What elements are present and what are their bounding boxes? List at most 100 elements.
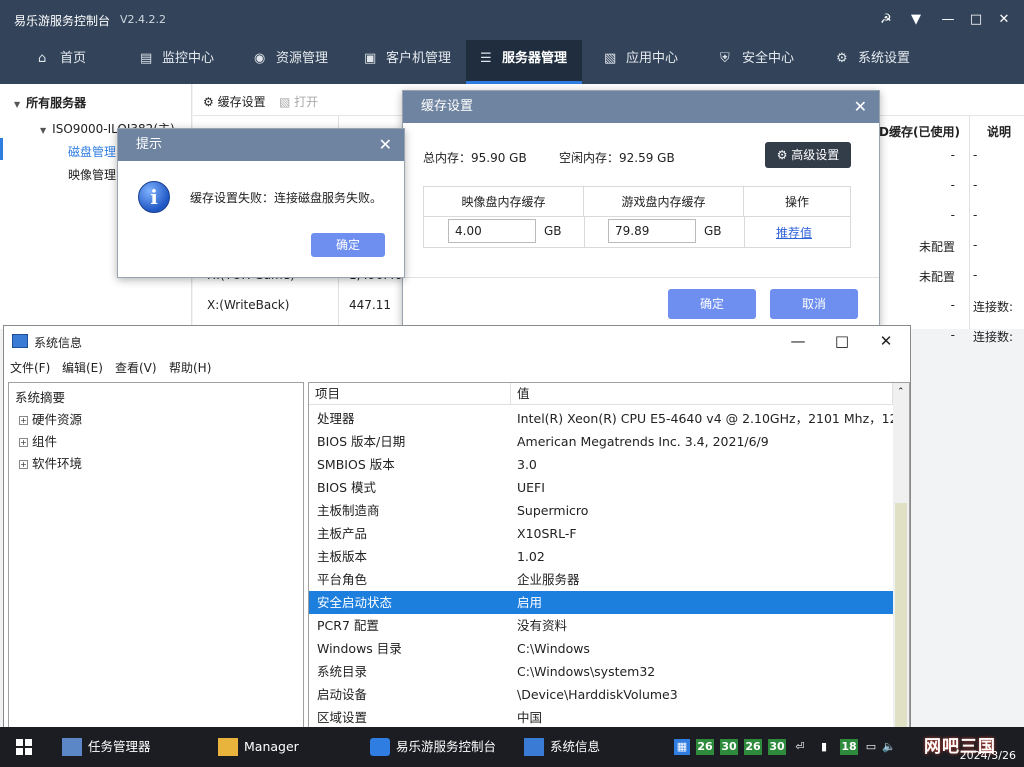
taskbar: 任务管理器 Manager 易乐游服务控制台 系统信息 ▦ 26 30 26 3… [0, 727, 1024, 767]
tree-components[interactable]: + 组件 [19, 431, 57, 450]
menu-dropdown-icon[interactable]: ▼ [906, 10, 926, 30]
minimize-button[interactable]: — [938, 10, 958, 30]
tray-counter-1[interactable]: 26 [696, 739, 714, 755]
tree-software[interactable]: + 软件环境 [19, 453, 82, 472]
free-memory: 空闲内存：92.59 GB [559, 151, 675, 165]
table-row[interactable]: 启动设备 \Device\HarddiskVolume3 [309, 683, 893, 706]
table-row[interactable]: 安全启动状态 启用 [309, 591, 893, 614]
folder-icon [218, 738, 238, 756]
menu-view[interactable]: 查看(V) [115, 359, 157, 376]
column-cache-used: D缓存(已使用) [879, 125, 960, 139]
ok-button[interactable]: 确定 [668, 289, 756, 319]
cancel-button[interactable]: 取消 [770, 289, 858, 319]
close-icon[interactable]: ✕ [379, 129, 392, 161]
alert-ok-button[interactable]: 确定 [311, 233, 385, 257]
nav-servers[interactable]: ☰ 服务器管理 [466, 40, 582, 84]
taskbar-system-info[interactable]: 系统信息 [520, 727, 650, 767]
disk-note: 连接数: [973, 300, 1014, 314]
header-action: 操作 [744, 187, 850, 217]
menu-help[interactable]: 帮助(H) [169, 359, 211, 376]
scroll-up-icon[interactable]: ⌃ [897, 387, 905, 397]
sysinfo-title: 系统信息 [34, 336, 83, 350]
image-cache-input[interactable]: 4.00 [448, 219, 536, 243]
tree-system-summary[interactable]: 系统摘要 [15, 387, 65, 406]
tree-image-management[interactable]: 映像管理 [68, 166, 116, 183]
nav-settings[interactable]: ⚙ 系统设置 [822, 40, 922, 84]
column-item[interactable]: 项目 [309, 383, 511, 405]
expand-icon[interactable]: + [19, 460, 28, 469]
tree-all-servers[interactable]: ▼ 所有服务器 [14, 94, 86, 111]
scroll-thumb[interactable] [895, 503, 907, 733]
nav-clients[interactable]: ▣ 客户机管理 [350, 40, 464, 84]
volume-icon[interactable]: 🔈 [882, 739, 896, 755]
nav-resources[interactable]: ◉ 资源管理 [240, 40, 340, 84]
usb-icon[interactable]: ⏎ [794, 739, 806, 755]
menu-edit[interactable]: 编辑(E) [62, 359, 103, 376]
maximize-button[interactable]: □ [828, 331, 856, 351]
close-icon[interactable]: ✕ [854, 91, 867, 123]
disk-note: - [973, 208, 978, 222]
tray-counter-2[interactable]: 30 [720, 739, 738, 755]
row-item: 安全启动状态 [317, 595, 393, 610]
table-row[interactable]: PCR7 配置 没有资料 [309, 614, 893, 637]
network-tray-icon[interactable]: ▦ [674, 739, 690, 755]
table-row[interactable]: SMBIOS 版本 3.0 [309, 453, 893, 476]
gear-icon: ⚙ [776, 148, 788, 162]
open-button[interactable]: ▧ 打开 [279, 93, 318, 110]
disk-note: - [973, 268, 978, 282]
cache-settings-button[interactable]: ⚙ 缓存设置 [203, 93, 266, 110]
advanced-settings-button[interactable]: ⚙ 高级设置 [765, 142, 851, 168]
row-item: SMBIOS 版本 [317, 457, 395, 472]
taskbar-task-manager[interactable]: 任务管理器 [58, 727, 198, 767]
expand-icon[interactable]: + [19, 416, 28, 425]
row-item: BIOS 版本/日期 [317, 434, 406, 449]
skin-icon[interactable]: ☭ [876, 10, 896, 30]
table-row[interactable]: Windows 目录 C:\Windows [309, 637, 893, 660]
tree-disk-management[interactable]: 磁盘管理 [68, 143, 116, 160]
table-row[interactable]: 平台角色 企业服务器 [309, 568, 893, 591]
taskbar-manager[interactable]: Manager [214, 727, 344, 767]
table-row[interactable]: BIOS 模式 UEFI [309, 476, 893, 499]
device-icon[interactable]: ▮ [818, 739, 830, 755]
nav-security[interactable]: ⛨ 安全中心 [706, 40, 806, 84]
selection-indicator [0, 138, 3, 160]
disk-cache: - [950, 298, 955, 312]
disk-note: - [973, 238, 978, 252]
column-value[interactable]: 值 [511, 383, 893, 405]
close-button[interactable]: ✕ [872, 331, 900, 351]
tree-hardware[interactable]: + 硬件资源 [19, 409, 82, 428]
folder-icon: ▧ [279, 95, 291, 109]
windows-start-icon[interactable] [16, 739, 32, 755]
close-button[interactable]: ✕ [994, 10, 1014, 30]
sysinfo-menubar: 文件(F) 编辑(E) 查看(V) 帮助(H) [4, 356, 910, 378]
table-row[interactable]: 主板制造商 Supermicro [309, 499, 893, 522]
row-value: 企业服务器 [517, 572, 580, 587]
tray-counter-3[interactable]: 26 [744, 739, 762, 755]
table-row[interactable]: 区域设置 中国 [309, 706, 893, 729]
minimize-button[interactable]: — [784, 331, 812, 351]
disk-note: - [973, 148, 978, 162]
table-row[interactable]: BIOS 版本/日期 American Megatrends Inc. 3.4, … [309, 430, 893, 453]
vertical-scrollbar[interactable]: ⌃ [893, 383, 909, 733]
nav-monitor[interactable]: ▤ 监控中心 [126, 40, 226, 84]
tray-counter-4[interactable]: 30 [768, 739, 786, 755]
table-row[interactable]: 主板产品 X10SRL-F [309, 522, 893, 545]
monitor-chart-icon: ▤ [140, 51, 153, 66]
system-info-window: 系统信息 — □ ✕ 文件(F) 编辑(E) 查看(V) 帮助(H) 系统摘要 … [3, 325, 911, 735]
table-row[interactable]: 主板版本 1.02 [309, 545, 893, 568]
tray-counter-5[interactable]: 18 [840, 739, 858, 755]
table-row[interactable]: 系统目录 C:\Windows\system32 [309, 660, 893, 683]
game-cache-input[interactable]: 79.89 [608, 219, 696, 243]
maximize-button[interactable]: □ [966, 10, 986, 30]
expand-icon[interactable]: + [19, 438, 28, 447]
cache-grid: 映像盘内存缓存 游戏盘内存缓存 操作 4.00 GB 79.89 GB 推荐值 [423, 186, 851, 248]
nav-apps[interactable]: ▧ 应用中心 [590, 40, 690, 84]
nav-home[interactable]: ⌂ 首页 [24, 40, 114, 84]
table-row[interactable]: 处理器 Intel(R) Xeon(R) CPU E5-4640 v4 @ 2.1… [309, 407, 898, 430]
row-item: PCR7 配置 [317, 618, 379, 633]
taskbar-console[interactable]: 易乐游服务控制台 [366, 727, 506, 767]
row-value: UEFI [517, 480, 545, 495]
screen-icon[interactable]: ▭ [864, 739, 878, 755]
recommend-link[interactable]: 推荐值 [776, 224, 812, 241]
menu-file[interactable]: 文件(F) [10, 359, 50, 376]
